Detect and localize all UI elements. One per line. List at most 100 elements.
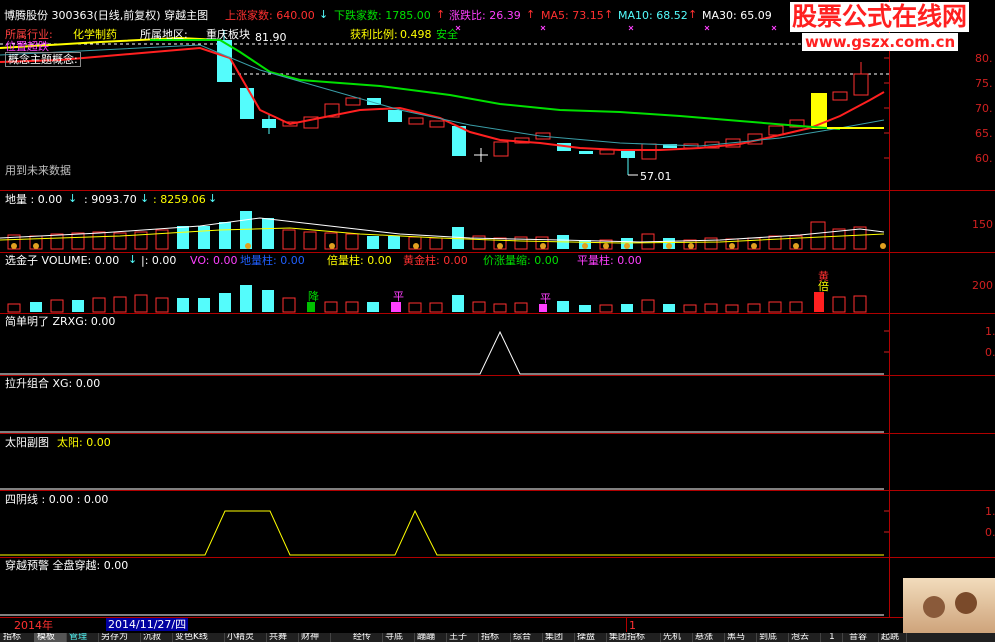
panel3-bl: 倍量柱: 0.00: [327, 254, 392, 267]
panel5-title: 拉升组合 XG: 0.00: [5, 377, 101, 390]
panel4-y-tick: 1.: [985, 325, 995, 338]
bottom-tab[interactable]: 黑马: [724, 633, 757, 642]
y-tick: 80.: [975, 52, 993, 65]
panel3-title: 选金子 VOLUME: 0.00: [5, 254, 120, 267]
arrow-up-icon: ↑: [436, 8, 446, 21]
bottom-tab[interactable]: 另存为: [98, 633, 141, 642]
industry-value: 化学制药: [73, 28, 117, 41]
panel3-mark: 降: [308, 290, 319, 303]
panel3-hj: 黄金柱: 0.00: [403, 254, 468, 267]
bottom-tab[interactable]: 集团: [542, 633, 575, 642]
bottom-tab[interactable]: 王子: [446, 633, 479, 642]
bottom-tab[interactable]: 泡去: [788, 633, 821, 642]
bottom-tab[interactable]: 变色K线: [172, 633, 225, 642]
bottom-tab[interactable]: 寻底: [382, 633, 415, 642]
panel7-y-tick: 0.: [985, 526, 995, 539]
bottom-tab[interactable]: 起跳: [878, 633, 907, 642]
ma-red-line: [0, 46, 885, 151]
arrow-down-icon: ↓: [68, 192, 78, 205]
time-axis-marker-line: [626, 618, 627, 632]
face-shape: [923, 596, 945, 618]
arrow-down-icon: ↓: [319, 8, 329, 21]
panel3-mark: 平: [393, 290, 404, 303]
bottom-tab[interactable]: 指标: [0, 633, 35, 642]
future-data-label: 用到未来数据: [5, 164, 71, 177]
bottom-tab[interactable]: 模板: [34, 633, 67, 642]
panel3-mark: 平: [540, 292, 551, 305]
bottom-tab[interactable]: 指标: [478, 633, 511, 642]
y-tick: 65.: [975, 127, 993, 140]
bottom-tab[interactable]: 小精灵: [224, 633, 267, 642]
panel2-title: 地量 : 0.00: [5, 193, 63, 206]
concept-label: 概念主题概念:: [5, 52, 81, 67]
ma5: MA5: 73.15: [541, 9, 604, 22]
gold-coin-markers: [11, 243, 886, 249]
bottom-tab[interactable]: 蹦蹦: [414, 633, 447, 642]
panel3-pl: 平量柱: 0.00: [577, 254, 642, 267]
stock-title: 博腾股份 300363(日线,前复权) 穿越主图: [4, 9, 209, 22]
bottom-tab[interactable]: 管理: [66, 633, 99, 642]
bottom-tab[interactable]: 到底: [756, 633, 789, 642]
panel3-mark: 倍: [818, 280, 829, 293]
panel8-title: 穿越预警 全盘穿越: 0.00: [5, 559, 129, 572]
region-prefix: 所属地区:: [140, 28, 188, 41]
price-chart-canvas: [0, 25, 889, 616]
panel7-y-tick: 1.: [985, 505, 995, 518]
bottom-tab[interactable]: 操盘: [574, 633, 607, 642]
panel6-title: 太阳副图: [5, 436, 49, 449]
face-shape: [955, 592, 977, 614]
region-price: 81.90: [255, 31, 287, 44]
up-count: 上涨家数: 640.00: [225, 9, 315, 22]
watermark-url: www.gszx.com.cn: [802, 33, 959, 51]
ma10: MA10: 68.52: [618, 9, 688, 22]
panel2-value3: : 8259.06: [153, 193, 206, 206]
safety-label: 安全: [436, 28, 458, 41]
four-yin-signal-line: [0, 509, 884, 556]
ma-teal-line: [0, 44, 885, 147]
bottom-tab[interactable]: 音容: [846, 633, 879, 642]
arrow-down-icon: ↓: [140, 192, 150, 205]
watermark-logo: 股票公式在线网 www.gszx.com.cn: [790, 2, 990, 52]
panel7-title: 四阴线 : 0.00 : 0.00: [5, 493, 109, 506]
y-tick: 75.: [975, 77, 993, 90]
panel3-bar: |: 0.00: [141, 254, 177, 267]
panel3-y-tick: 200: [972, 279, 993, 292]
bottom-tab[interactable]: 悬涨: [692, 633, 725, 642]
profit-value: 0.498: [400, 28, 432, 41]
bottom-tab[interactable]: 经传: [350, 633, 383, 642]
bottom-tab[interactable]: 先机: [660, 633, 693, 642]
panel6-value: 太阳: 0.00: [57, 436, 111, 449]
bottom-tab[interactable]: 综合: [510, 633, 543, 642]
volume-bars-panel2: [0, 211, 885, 250]
time-axis-date: 2014/11/27/四: [106, 618, 189, 631]
arrow-up-icon: ↑: [688, 8, 698, 21]
bottom-tab[interactable]: 共舞: [266, 633, 299, 642]
panel4-y-tick: 0.: [985, 346, 995, 359]
down-count: 下跌家数: 1785.00: [334, 9, 431, 22]
watermark-title: 股票公式在线网: [790, 2, 970, 32]
panel2-value2: : 9093.70: [84, 193, 137, 206]
zrxg-signal-line: [0, 330, 884, 375]
ma30: MA30: 65.09: [702, 9, 772, 22]
time-axis-marker: 1: [629, 619, 636, 632]
ratio: 涨跌比: 26.39: [449, 9, 521, 22]
volume-bars-panel3: [7, 285, 867, 313]
bottom-tab[interactable]: 沉寂: [140, 633, 173, 642]
y-tick: 70.: [975, 102, 993, 115]
profit-prefix: 获利比例:: [350, 28, 398, 41]
low-price-label: 57.01: [640, 170, 672, 183]
y-tick: 60.: [975, 152, 993, 165]
region-value: 重庆板块: [206, 28, 250, 41]
bottom-tab[interactable]: 集团指标: [606, 633, 661, 642]
panel3-dl: 地量柱: 0.00: [240, 254, 305, 267]
bottom-tab[interactable]: 财神: [298, 633, 331, 642]
arrow-down-icon: ↓: [208, 192, 218, 205]
panel2-y-tick: 150: [972, 218, 993, 231]
bottom-tab[interactable]: 1: [826, 633, 843, 642]
time-axis-year: 2014年: [14, 619, 53, 632]
panel4-title: 简单明了 ZRXG: 0.00: [5, 315, 116, 328]
panel3-jz: 价涨量缩: 0.00: [483, 254, 559, 267]
panel3-vo: VO: 0.00: [190, 254, 238, 267]
candlesticks: [217, 30, 869, 175]
arrow-up-icon: ↑: [526, 8, 536, 21]
